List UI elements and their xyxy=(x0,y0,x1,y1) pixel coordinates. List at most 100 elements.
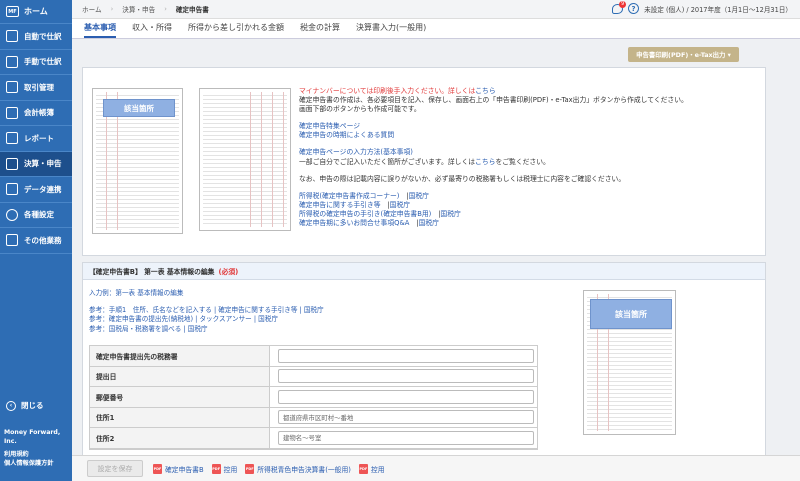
terms-link[interactable]: 利用規約 xyxy=(4,450,72,459)
highlight-box: 該当箇所 xyxy=(103,99,175,117)
sidebar-item-label: 各種設定 xyxy=(24,210,54,220)
edit-icon xyxy=(6,55,18,68)
breadcrumb-closing[interactable]: 決算・申告 xyxy=(122,4,155,14)
section-title: 【確定申告書B】 第一表 基本情報の編集 xyxy=(89,268,215,276)
pdf-icon: PDF xyxy=(245,463,255,474)
ref-src-3[interactable]: 国税庁 xyxy=(440,210,460,218)
sync-icon xyxy=(6,183,18,196)
document-icon xyxy=(6,30,18,43)
mf-logo-icon: MF xyxy=(6,6,19,17)
ref-tax-office-link[interactable]: 参考：確定申告書の提出先(納税地) | タックスアンサー | 国税庁 xyxy=(89,315,278,323)
required-badge: (必須) xyxy=(218,268,239,276)
field-label: 提出日 xyxy=(90,366,270,386)
ref-src-4[interactable]: 国税庁 xyxy=(419,219,439,227)
privacy-link[interactable]: 個人情報保護方針 xyxy=(4,459,72,468)
tab-tax-calc[interactable]: 税金の計算 xyxy=(300,22,340,38)
sidebar-close-button[interactable]: ‹ 閉じる xyxy=(6,400,44,411)
sidebar-item-closing-tax[interactable]: 決算・申告 xyxy=(0,151,72,177)
form-thumbnail-3[interactable]: 該当箇所 xyxy=(583,290,676,435)
mynumber-notice: マイナンバーについては印刷後手入力ください。詳しくは xyxy=(299,87,476,95)
info-line4: なお、申告の際は記載内容に誤りがないか、必ず最寄りの税務署もしくは税理士に内容を… xyxy=(299,174,626,183)
details-link[interactable]: こちら xyxy=(475,158,495,166)
sidebar-item-label: 取引管理 xyxy=(24,82,54,92)
pdf-icon: PDF xyxy=(153,463,162,474)
pdf-link-label: 所得税青色申告決算書(一般用) xyxy=(257,465,351,474)
breadcrumb-current: 確定申告書 xyxy=(175,6,209,14)
ref-link-4[interactable]: 確定申告期に多いお問合せ事項Q&A xyxy=(299,219,409,227)
print-button-label: 申告書印刷(PDF)・e-Tax出力 xyxy=(636,51,726,59)
example-link[interactable]: 入力例：第一表 基本情報の編集 xyxy=(89,289,183,297)
ref-search-office-link[interactable]: 参考：国税局・税務署を調べる | 国税庁 xyxy=(89,325,208,333)
breadcrumb-separator: › xyxy=(164,5,167,13)
sidebar-home[interactable]: MF ホーム xyxy=(0,0,72,24)
sidebar-item-transactions[interactable]: 取引管理 xyxy=(0,75,72,101)
breadcrumb-home[interactable]: ホーム xyxy=(82,4,102,14)
pdf-blue-return-copy-link[interactable]: PDF 控用 xyxy=(358,463,385,474)
tax-feature-link[interactable]: 確定申告特集ページ xyxy=(299,122,360,130)
sidebar-close-label: 閉じる xyxy=(21,401,44,410)
print-pdf-etax-button[interactable]: 申告書印刷(PDF)・e-Tax出力 ▾ xyxy=(628,47,739,62)
form-row-address2: 住所2 建物名〜号室 xyxy=(90,428,537,449)
info-text: マイナンバーについては印刷後手入力ください。詳しくはこちら 確定申告書の作成は、… xyxy=(299,87,688,228)
ref-src-1[interactable]: 国税庁 xyxy=(409,192,429,200)
tax-office-input[interactable] xyxy=(278,348,534,363)
submit-date-input[interactable] xyxy=(278,369,534,384)
ref-link-3[interactable]: 所得税の確定申告の手引き(確定申告書B用) xyxy=(299,210,431,218)
sidebar-item-books[interactable]: 会計帳簿 xyxy=(0,101,72,126)
form-row-submit-date: 提出日 xyxy=(90,366,537,387)
address2-input[interactable]: 建物名〜号室 xyxy=(278,430,534,445)
list-icon xyxy=(6,234,18,247)
sidebar-item-other[interactable]: その他業務 xyxy=(0,228,72,254)
tab-financial-statements[interactable]: 決算書入力(一般用) xyxy=(356,22,426,38)
info-line1: 確定申告書の作成は、各必要項目を記入、保存し、画面右上の「申告書印刷(PDF)・… xyxy=(299,96,688,105)
notification-icon[interactable]: 9 xyxy=(612,0,627,14)
ref-link-1[interactable]: 所得税(確定申告書作成コーナー) xyxy=(299,192,399,200)
tab-bar: 基本事項 収入・所得 所得から差し引かれる金額 税金の計算 決算書入力(一般用) xyxy=(72,19,800,39)
save-button[interactable]: 設定を保存 xyxy=(87,460,143,477)
sidebar-item-label: 自動で仕訳 xyxy=(24,31,62,41)
faq-link[interactable]: 確定申告の時期によくある質問 xyxy=(299,131,394,139)
basic-info-form: 確定申告書提出先の税務署 提出日 郵便番号 住所1 都道府県市区町村〜番地 住所… xyxy=(89,345,538,450)
sidebar-item-label: その他業務 xyxy=(24,235,62,245)
pdf-return-b-link[interactable]: PDF 確定申告書B xyxy=(153,463,204,474)
tab-basic[interactable]: 基本事項 xyxy=(84,22,116,38)
sidebar-item-data-link[interactable]: データ連携 xyxy=(0,177,72,203)
pdf-icon: PDF xyxy=(211,463,221,474)
pdf-return-b-copy-link[interactable]: PDF 控用 xyxy=(211,463,238,474)
pdf-link-label: 控用 xyxy=(223,465,238,474)
postal-code-input[interactable] xyxy=(278,389,534,404)
user-info[interactable]: 未設定 (個人) / 2017年度（1月1日〜12月31日） xyxy=(644,4,792,14)
topbar: ホーム › 決算・申告 › 確定申告書 9 ? 未設定 (個人) / 2017年… xyxy=(72,0,800,19)
form-thumbnail-1[interactable]: 該当箇所 xyxy=(92,88,183,234)
sidebar-item-reports[interactable]: レポート xyxy=(0,126,72,152)
mynumber-link[interactable]: こちら xyxy=(475,87,495,95)
form-columns xyxy=(240,92,287,227)
chart-icon xyxy=(6,132,18,145)
ref-link-2[interactable]: 確定申告に関する手引き等 xyxy=(299,201,381,209)
sidebar-item-manual-journal[interactable]: 手動で仕訳 xyxy=(0,50,72,75)
ref-src-2[interactable]: 国税庁 xyxy=(390,201,410,209)
ledger-icon xyxy=(6,81,18,94)
tab-deductions[interactable]: 所得から差し引かれる金額 xyxy=(188,22,284,38)
help-icon[interactable]: ? xyxy=(628,3,640,14)
sidebar-footer: Money Forward, Inc. 利用規約 個人情報保護方針 xyxy=(4,428,72,468)
pdf-link-label: 控用 xyxy=(370,465,385,474)
sidebar-item-settings[interactable]: 各種設定 xyxy=(0,203,72,228)
info-line3-end: をご覧ください。 xyxy=(495,157,550,166)
ref-step1-link[interactable]: 参考：手順1 住所、氏名などを記入する | 確定申告に関する手引き等 | 国税庁 xyxy=(89,306,324,314)
sidebar-home-label: ホーム xyxy=(24,7,48,16)
sidebar-item-auto-journal[interactable]: 自動で仕訳 xyxy=(0,24,72,50)
sidebar-item-label: レポート xyxy=(24,133,54,143)
sidebar: MF ホーム 自動で仕訳 手動で仕訳 取引管理 会計帳簿 レポート 決算・申告 … xyxy=(0,0,72,481)
section-refs: 入力例：第一表 基本情報の編集 参考：手順1 住所、氏名などを記入する | 確定… xyxy=(89,289,324,334)
bottom-action-bar: 設定を保存 PDF 確定申告書B PDF 控用 PDF 所得税青色申告決算書(一般用)… xyxy=(72,455,800,481)
tab-income[interactable]: 収入・所得 xyxy=(132,22,172,38)
pdf-blue-return-link[interactable]: PDF 所得税青色申告決算書(一般用) xyxy=(245,463,351,474)
sidebar-item-label: 決算・申告 xyxy=(24,159,62,169)
company-name: Money Forward, Inc. xyxy=(4,429,61,445)
input-method-link[interactable]: 確定申告ページの入力方法(基本事項) xyxy=(299,148,413,156)
form-thumbnail-2[interactable] xyxy=(199,88,291,231)
notification-badge: 9 xyxy=(619,0,627,8)
sidebar-item-label: データ連携 xyxy=(24,184,62,194)
address1-input[interactable]: 都道府県市区町村〜番地 xyxy=(278,410,534,425)
